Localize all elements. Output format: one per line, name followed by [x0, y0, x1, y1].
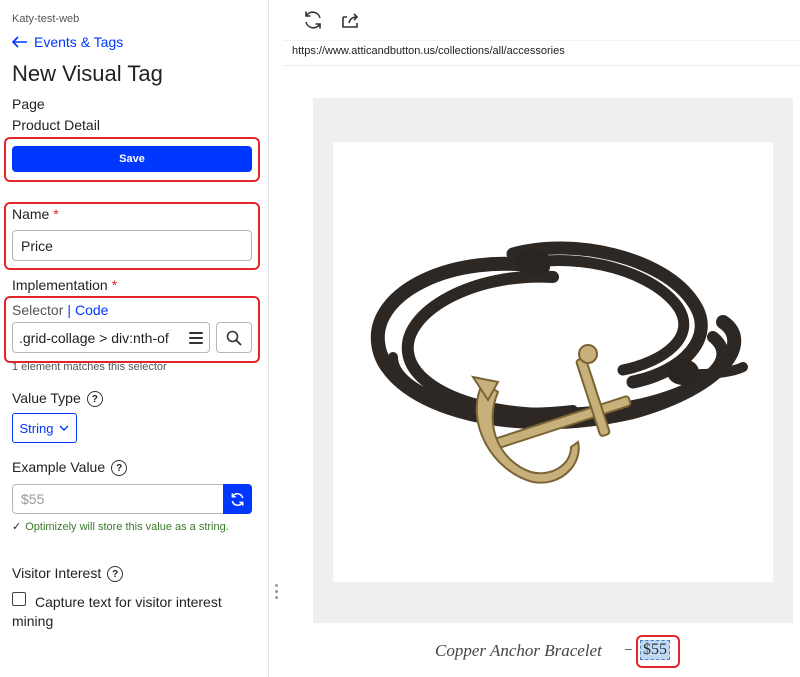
implementation-label: Implementation *: [12, 277, 117, 293]
selector-input-value: .grid-collage > div:nth-of: [19, 329, 169, 346]
required-mark: *: [111, 277, 118, 293]
example-value-label-text: Example Value: [12, 459, 106, 475]
value-type-label-text: Value Type: [12, 390, 81, 406]
search-button[interactable]: [216, 322, 252, 353]
product-name[interactable]: Copper Anchor Bracelet: [435, 641, 602, 661]
visitor-interest-label: Visitor Interest?: [12, 565, 124, 583]
preview-panel: https://www.atticandbutton.us/collection…: [284, 0, 800, 677]
value-type-dropdown[interactable]: String: [12, 413, 77, 443]
implementation-label-text: Implementation: [12, 277, 108, 293]
price-dash: [625, 649, 632, 650]
selector-input[interactable]: .grid-collage > div:nth-of: [12, 322, 210, 353]
store-note-text: Optimizely will store this value as a st…: [25, 521, 229, 533]
page-value: Product Detail: [12, 117, 100, 133]
page-label: Page: [12, 96, 45, 112]
search-icon: [226, 330, 242, 346]
page-title: New Visual Tag: [12, 61, 163, 86]
project-name: Katy-test-web: [12, 13, 80, 25]
help-icon[interactable]: ?: [111, 460, 128, 477]
capture-text-label-cont: mining: [12, 613, 54, 629]
name-label-text: Name: [12, 206, 50, 222]
toolbar-divider: [284, 40, 800, 41]
example-value-placeholder: $55: [21, 491, 45, 507]
refresh-icon: [231, 492, 244, 506]
refresh-example-button[interactable]: [223, 484, 252, 514]
arrow-left-icon: [12, 36, 27, 48]
value-type-label: Value Type?: [12, 390, 103, 408]
tab-selector[interactable]: Selector: [12, 302, 63, 318]
required-mark: *: [53, 206, 59, 222]
visitor-interest-label-text: Visitor Interest: [12, 565, 102, 581]
back-link[interactable]: Events & Tags: [12, 34, 123, 50]
refresh-icon[interactable]: [302, 9, 324, 31]
page-url: https://www.atticandbutton.us/collection…: [292, 45, 565, 57]
value-type-selected: String: [19, 420, 54, 436]
url-divider: [284, 65, 800, 66]
name-input[interactable]: Price: [12, 230, 252, 261]
save-button[interactable]: Save: [12, 146, 252, 172]
tab-code[interactable]: Code: [75, 302, 108, 318]
hamburger-icon[interactable]: [189, 331, 203, 344]
match-count-text: 1 element matches this selector: [12, 361, 167, 373]
resize-handle[interactable]: [273, 582, 279, 606]
bracelet-image: [370, 241, 748, 484]
name-input-value: Price: [21, 237, 53, 254]
checkmark-icon: ✓: [12, 521, 22, 533]
store-note: ✓ Optimizely will store this value as a s…: [12, 519, 252, 536]
chevron-down-icon: [59, 425, 69, 431]
product-image[interactable]: [333, 142, 773, 582]
panel-divider: [268, 0, 269, 677]
open-external-icon[interactable]: [340, 9, 362, 31]
example-value-label: Example Value?: [12, 459, 128, 477]
name-label: Name *: [12, 206, 59, 222]
help-icon[interactable]: ?: [107, 566, 124, 583]
tab-separator: |: [67, 302, 71, 318]
back-link-label: Events & Tags: [34, 34, 124, 50]
price-highlight: [636, 635, 680, 668]
product-card[interactable]: [313, 98, 793, 623]
capture-text-label: Capture text for visitor interest: [35, 594, 222, 610]
left-panel: Katy-test-web Events & Tags New Visual T…: [0, 0, 268, 677]
capture-text-checkbox[interactable]: [12, 592, 26, 606]
example-value-input[interactable]: $55: [12, 484, 224, 514]
help-icon[interactable]: ?: [86, 391, 103, 408]
implementation-tabs: Selector | Code: [12, 302, 108, 318]
